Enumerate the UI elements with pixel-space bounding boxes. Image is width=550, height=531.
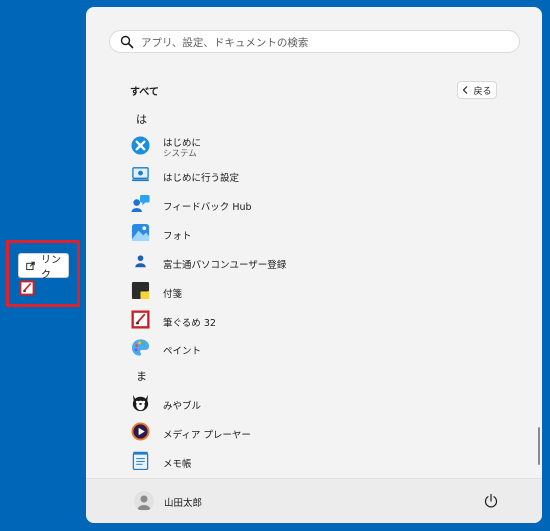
app-feedback-hub[interactable]: フィードバック Hub bbox=[126, 191, 516, 217]
app-subtitle: システム bbox=[163, 149, 197, 159]
get-started-icon bbox=[131, 136, 150, 155]
drag-link-tooltip: リンク bbox=[18, 253, 69, 281]
app-name: はじめに行う設定 bbox=[163, 173, 240, 184]
app-get-started[interactable]: はじめに システム bbox=[126, 133, 516, 159]
app-miyaburu[interactable]: みやブル bbox=[126, 390, 516, 416]
section-header-ma[interactable]: ま bbox=[136, 368, 147, 384]
app-name: フォト bbox=[163, 231, 192, 242]
search-input[interactable]: アプリ、設定、ドキュメントの検索 bbox=[109, 30, 520, 53]
app-name: 富士通パソコンユーザー登録 bbox=[163, 260, 287, 271]
app-paint[interactable]: ペイント bbox=[126, 335, 516, 361]
paint-icon bbox=[131, 339, 150, 356]
link-label: リンク bbox=[41, 254, 61, 281]
app-fudegurume[interactable]: 筆ぐるめ 32 bbox=[126, 307, 516, 333]
feedback-hub-icon bbox=[131, 194, 150, 213]
app-name: メディア プレーヤー bbox=[163, 430, 251, 441]
app-media-player[interactable]: メディア プレーヤー bbox=[126, 419, 516, 445]
photos-icon bbox=[131, 223, 150, 242]
app-initial-setup[interactable]: はじめに行う設定 bbox=[126, 162, 516, 188]
app-name: メモ帳 bbox=[163, 459, 192, 470]
media-player-icon bbox=[131, 422, 150, 441]
start-menu: アプリ、設定、ドキュメントの検索 すべて 戻る は はじめに システム はじめに… bbox=[86, 7, 542, 523]
notepad-icon bbox=[132, 451, 149, 470]
search-placeholder: アプリ、設定、ドキュメントの検索 bbox=[141, 37, 309, 49]
back-button[interactable]: 戻る bbox=[457, 81, 497, 99]
sticky-notes-icon bbox=[131, 281, 150, 300]
start-footer: 山田太郎 bbox=[86, 478, 542, 523]
all-apps-title: すべて bbox=[130, 87, 159, 98]
avatar[interactable] bbox=[134, 491, 154, 511]
scrollbar-thumb[interactable] bbox=[538, 427, 540, 465]
app-name: ペイント bbox=[163, 346, 202, 357]
user-icon bbox=[137, 495, 151, 510]
initial-setup-icon bbox=[131, 167, 150, 182]
section-header-ha[interactable]: は bbox=[136, 111, 147, 127]
app-name: フィードバック Hub bbox=[163, 202, 252, 213]
app-sticky-notes[interactable]: 付箋 bbox=[126, 278, 516, 304]
chevron-left-icon bbox=[463, 86, 468, 94]
app-name: 筆ぐるめ 32 bbox=[163, 318, 216, 329]
user-registration-icon bbox=[135, 255, 146, 268]
back-button-label: 戻る bbox=[473, 86, 492, 97]
power-icon[interactable] bbox=[483, 493, 499, 509]
miyaburu-icon bbox=[132, 394, 149, 412]
app-user-registration[interactable]: 富士通パソコンユーザー登録 bbox=[126, 249, 516, 275]
fudegurume-icon[interactable] bbox=[19, 280, 35, 296]
app-notepad[interactable]: メモ帳 bbox=[126, 448, 516, 474]
search-icon bbox=[120, 35, 134, 49]
app-name: 付箋 bbox=[163, 289, 183, 300]
external-link-icon bbox=[26, 261, 35, 270]
fudegurume-icon bbox=[131, 310, 150, 329]
app-name: みやブル bbox=[163, 401, 202, 412]
app-photos[interactable]: フォト bbox=[126, 220, 516, 246]
user-name[interactable]: 山田太郎 bbox=[164, 495, 202, 509]
